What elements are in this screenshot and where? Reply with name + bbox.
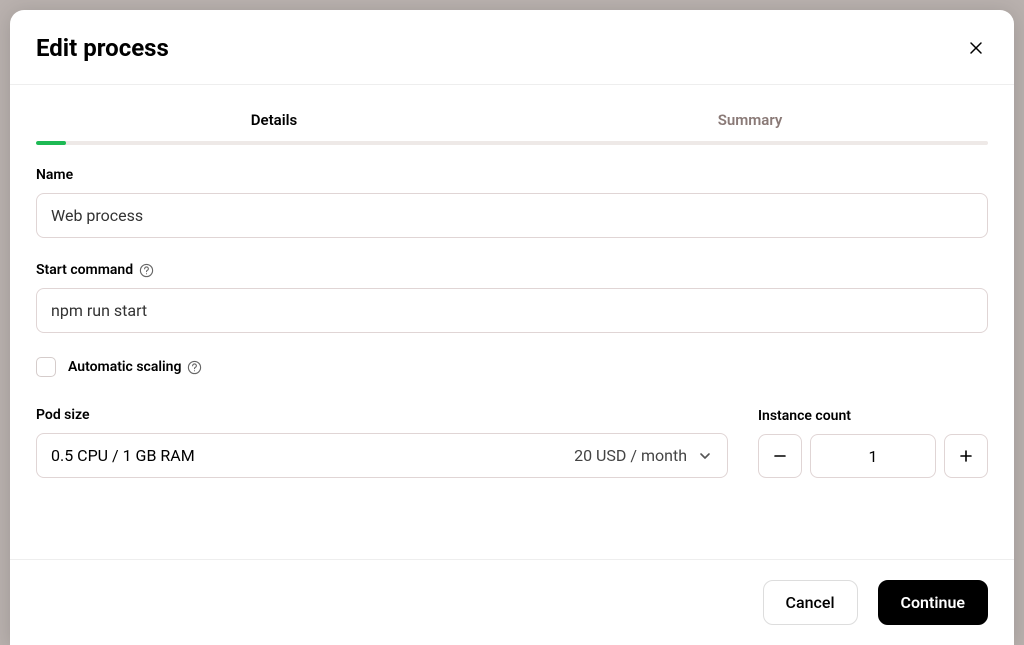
modal-header: Edit process: [10, 10, 1014, 85]
instance-count-input[interactable]: [810, 434, 936, 478]
help-icon[interactable]: [139, 263, 154, 278]
autoscale-label-text: Automatic scaling: [68, 359, 181, 375]
close-button[interactable]: [964, 36, 988, 60]
command-label: Start command: [36, 262, 988, 278]
bottom-row: Pod size 0.5 CPU / 1 GB RAM 20 USD / mon…: [36, 407, 988, 478]
tabs-row: Details Summary: [10, 99, 1014, 141]
autoscale-checkbox[interactable]: [36, 357, 56, 377]
form-body: Name Start command Automatic scaling: [10, 145, 1014, 559]
name-field-group: Name: [36, 167, 988, 238]
command-field-group: Start command: [36, 262, 988, 333]
help-icon[interactable]: [187, 360, 202, 375]
command-label-text: Start command: [36, 262, 133, 278]
modal-footer: Cancel Continue: [10, 559, 1014, 645]
decrement-button[interactable]: [758, 434, 802, 478]
instance-label: Instance count: [758, 408, 988, 424]
autoscale-label: Automatic scaling: [68, 359, 202, 375]
name-label: Name: [36, 167, 988, 183]
podsize-field-group: Pod size 0.5 CPU / 1 GB RAM 20 USD / mon…: [36, 407, 728, 478]
instance-stepper: [758, 434, 988, 478]
modal-title: Edit process: [36, 34, 169, 62]
podsize-value: 0.5 CPU / 1 GB RAM: [51, 446, 195, 465]
tab-details[interactable]: Details: [36, 99, 512, 141]
instance-field-group: Instance count: [758, 408, 988, 478]
continue-button[interactable]: Continue: [878, 580, 988, 625]
autoscale-row: Automatic scaling: [36, 357, 988, 377]
name-input[interactable]: [36, 193, 988, 238]
increment-button[interactable]: [944, 434, 988, 478]
chevron-down-icon: [697, 448, 713, 464]
tab-summary[interactable]: Summary: [512, 99, 988, 141]
plus-icon: [959, 449, 973, 463]
edit-process-modal: Edit process Details Summary Name Start …: [10, 10, 1014, 645]
podsize-price-wrap: 20 USD / month: [574, 446, 713, 465]
minus-icon: [773, 449, 787, 463]
podsize-select[interactable]: 0.5 CPU / 1 GB RAM 20 USD / month: [36, 433, 728, 478]
podsize-label: Pod size: [36, 407, 728, 423]
command-input[interactable]: [36, 288, 988, 333]
close-icon: [968, 40, 984, 56]
podsize-price: 20 USD / month: [574, 446, 687, 465]
cancel-button[interactable]: Cancel: [763, 580, 858, 625]
